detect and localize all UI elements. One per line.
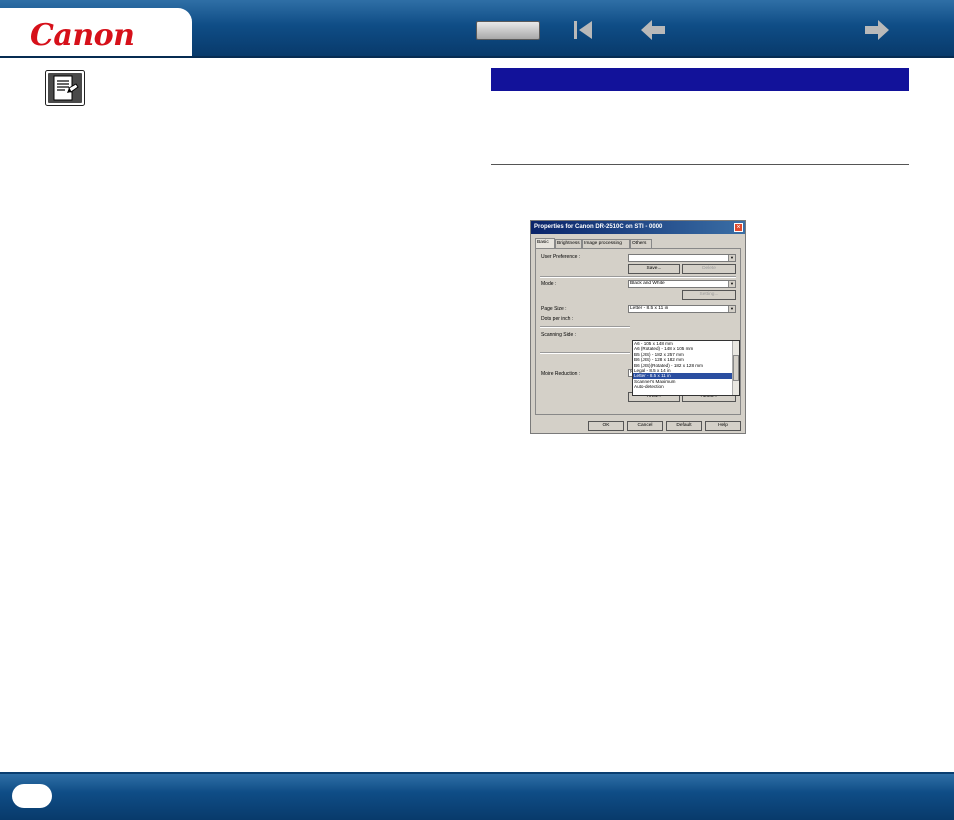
delete-button[interactable]: Delete <box>682 264 736 274</box>
canon-logo: Canon <box>30 18 135 53</box>
mode-select[interactable]: Black and White ▼ <box>628 280 736 288</box>
tab-basic[interactable]: Basic <box>535 238 555 248</box>
moire-reduction-label: Moire Reduction : <box>541 371 581 377</box>
toc-button[interactable] <box>476 21 540 40</box>
page-size-label: Page Size : <box>541 306 567 312</box>
logo-tab: Canon <box>0 8 192 56</box>
page-number <box>12 784 52 808</box>
next-page-icon[interactable] <box>862 16 892 44</box>
chevron-down-icon: ▼ <box>728 281 735 287</box>
user-preference-label: User Preference : <box>541 254 581 260</box>
divider <box>540 352 630 354</box>
basic-tab-panel: User Preference : ▼ Save... Delete Mode … <box>535 248 741 415</box>
tab-others[interactable]: Others <box>630 239 652 248</box>
page-size-select[interactable]: Letter - 8.5 x 11 in ▼ <box>628 305 736 313</box>
dropdown-scrollbar[interactable] <box>732 341 739 395</box>
cancel-button[interactable]: Cancel <box>627 421 663 431</box>
tab-brightness[interactable]: Brightness <box>555 239 582 248</box>
divider <box>540 276 736 278</box>
help-button[interactable]: Help <box>705 421 741 431</box>
chevron-down-icon: ▼ <box>728 255 735 261</box>
divider <box>540 326 630 328</box>
chevron-down-icon: ▼ <box>728 306 735 312</box>
page-size-value: Letter - 8.5 x 11 in <box>630 306 669 311</box>
dots-per-inch-label: Dots per inch : <box>541 316 574 322</box>
scrollbar-thumb[interactable] <box>733 355 739 381</box>
section-heading-bar <box>491 68 909 91</box>
top-nav-bar: Canon <box>0 0 954 58</box>
page-size-option[interactable]: Auto-detection <box>633 384 734 389</box>
first-page-icon[interactable] <box>568 16 598 44</box>
scanner-properties-dialog: Properties for Canon DR-2510C on STI - 0… <box>530 220 746 434</box>
default-button[interactable]: Default <box>666 421 702 431</box>
section-divider <box>491 164 909 165</box>
ok-button[interactable]: OK <box>588 421 624 431</box>
previous-page-icon[interactable] <box>638 16 668 44</box>
note-icon <box>45 70 85 106</box>
mode-label: Mode : <box>541 281 557 287</box>
page-size-dropdown-list[interactable]: A6 - 105 x 148 mm A6 (Rotated) - 148 x 10… <box>632 340 740 396</box>
dialog-title: Properties for Canon DR-2510C on STI - 0… <box>531 221 745 234</box>
scanning-side-label: Scanning Side : <box>541 332 577 338</box>
tab-image-processing[interactable]: Image processing <box>582 239 630 248</box>
bottom-bar <box>0 772 954 820</box>
setting-button[interactable]: Setting... <box>682 290 736 300</box>
save-button[interactable]: Save... <box>628 264 680 274</box>
mode-value: Black and White <box>630 281 665 286</box>
close-icon[interactable]: × <box>734 223 743 232</box>
user-preference-select[interactable]: ▼ <box>628 254 736 262</box>
